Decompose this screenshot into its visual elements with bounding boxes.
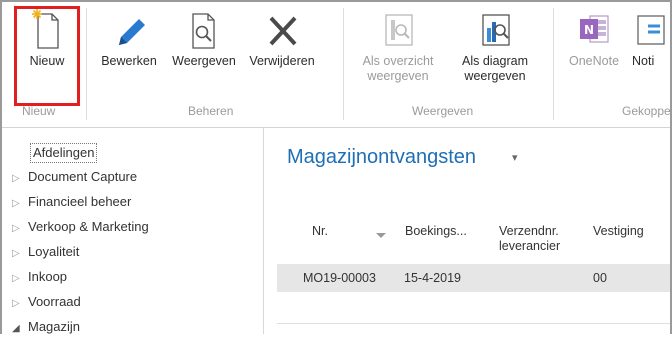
view-document-icon	[184, 8, 224, 54]
page-title: Magazijnontvangsten	[287, 146, 477, 168]
list-view-icon	[378, 8, 418, 54]
show-as-chart-label-2: weergeven	[464, 69, 526, 83]
expand-arrow-icon[interactable]: ▷	[12, 193, 28, 215]
show-as-list-button[interactable]: Als overzicht weergeven	[352, 8, 444, 84]
column-header-line-2: leverancier	[499, 239, 561, 253]
nav-item-financial-management[interactable]: ▷ Financieel beheer	[12, 191, 131, 213]
svg-text:N: N	[584, 23, 594, 37]
onenote-icon: N	[574, 8, 614, 54]
onenote-label: OneNote	[568, 54, 620, 68]
group-separator	[343, 8, 344, 120]
nav-item-document-capture[interactable]: ▷ Document Capture	[12, 166, 137, 188]
expand-arrow-icon[interactable]: ▷	[12, 293, 28, 315]
delete-button-label: Verwijderen	[249, 54, 315, 68]
expand-arrow-icon[interactable]: ▷	[12, 218, 28, 240]
column-header-vendor-shipment-nr[interactable]: Verzendnr. leverancier	[499, 224, 560, 254]
delete-x-icon	[262, 8, 302, 54]
notes-button[interactable]: Noti	[632, 8, 672, 69]
new-button-highlight	[14, 6, 80, 106]
notes-label: Noti	[632, 54, 655, 68]
view-button[interactable]: Weergeven	[168, 8, 240, 69]
group-label-linked: Gekoppel	[622, 104, 672, 118]
group-label-new: Nieuw	[22, 104, 56, 118]
show-as-chart-button[interactable]: Als diagram weergeven	[450, 8, 540, 84]
pencil-icon	[109, 8, 149, 54]
nav-item-label: Afdelingen	[33, 145, 95, 160]
nav-item-label: Loyaliteit	[28, 244, 80, 259]
column-header-line-1: Verzendnr.	[499, 224, 559, 238]
nav-item-label: Document Capture	[28, 169, 138, 184]
column-header-posting-date[interactable]: Boekings...	[405, 224, 467, 239]
expand-arrow-icon[interactable]: ▷	[12, 168, 28, 190]
nav-item-label: Financieel beheer	[28, 194, 132, 209]
show-as-chart-label-1: Als diagram	[462, 54, 528, 68]
view-button-label: Weergeven	[172, 54, 236, 68]
nav-item-label: Verkoop & Marketing	[28, 219, 149, 234]
notes-icon	[632, 8, 672, 54]
group-label-manage: Beheren	[188, 104, 234, 118]
nav-item-departments[interactable]: Afdelingen	[30, 143, 98, 163]
table-divider	[277, 323, 670, 324]
cell-location[interactable]: 00	[593, 271, 607, 285]
expand-arrow-icon[interactable]: ▷	[12, 243, 28, 265]
sort-indicator-icon	[376, 233, 386, 238]
expand-arrow-icon[interactable]: ▷	[12, 268, 28, 290]
group-separator	[553, 8, 554, 120]
delete-button[interactable]: Verwijderen	[242, 8, 322, 69]
nav-item-label: Voorraad	[28, 294, 81, 309]
nav-item-sales-marketing[interactable]: ▷ Verkoop & Marketing	[12, 216, 149, 238]
nav-item-loyalty[interactable]: ▷ Loyaliteit	[12, 241, 79, 263]
edit-button[interactable]: Bewerken	[94, 8, 164, 69]
group-separator	[86, 8, 87, 120]
nav-item-purchase[interactable]: ▷ Inkoop	[12, 266, 67, 288]
nav-item-warehouse[interactable]: ◢ Magazijn	[12, 316, 80, 338]
nav-item-inventory[interactable]: ▷ Voorraad	[12, 291, 81, 313]
collapse-arrow-icon[interactable]: ◢	[12, 318, 28, 340]
page-title-dropdown-icon[interactable]: ▾	[512, 151, 518, 164]
cell-posting-date[interactable]: 15-4-2019	[404, 271, 461, 285]
column-header-nr[interactable]: Nr.	[312, 224, 328, 239]
cell-nr[interactable]: MO19-00003	[303, 271, 376, 285]
column-header-location[interactable]: Vestiging	[593, 224, 644, 239]
nav-item-label: Magazijn	[28, 319, 81, 334]
show-as-list-label-2: weergeven	[367, 69, 429, 83]
onenote-button[interactable]: N OneNote	[562, 8, 626, 69]
chart-view-icon	[475, 8, 515, 54]
nav-item-label: Inkoop	[28, 269, 68, 284]
group-label-view: Weergeven	[412, 104, 474, 118]
show-as-list-label-1: Als overzicht	[362, 54, 434, 68]
edit-button-label: Bewerken	[101, 54, 157, 68]
